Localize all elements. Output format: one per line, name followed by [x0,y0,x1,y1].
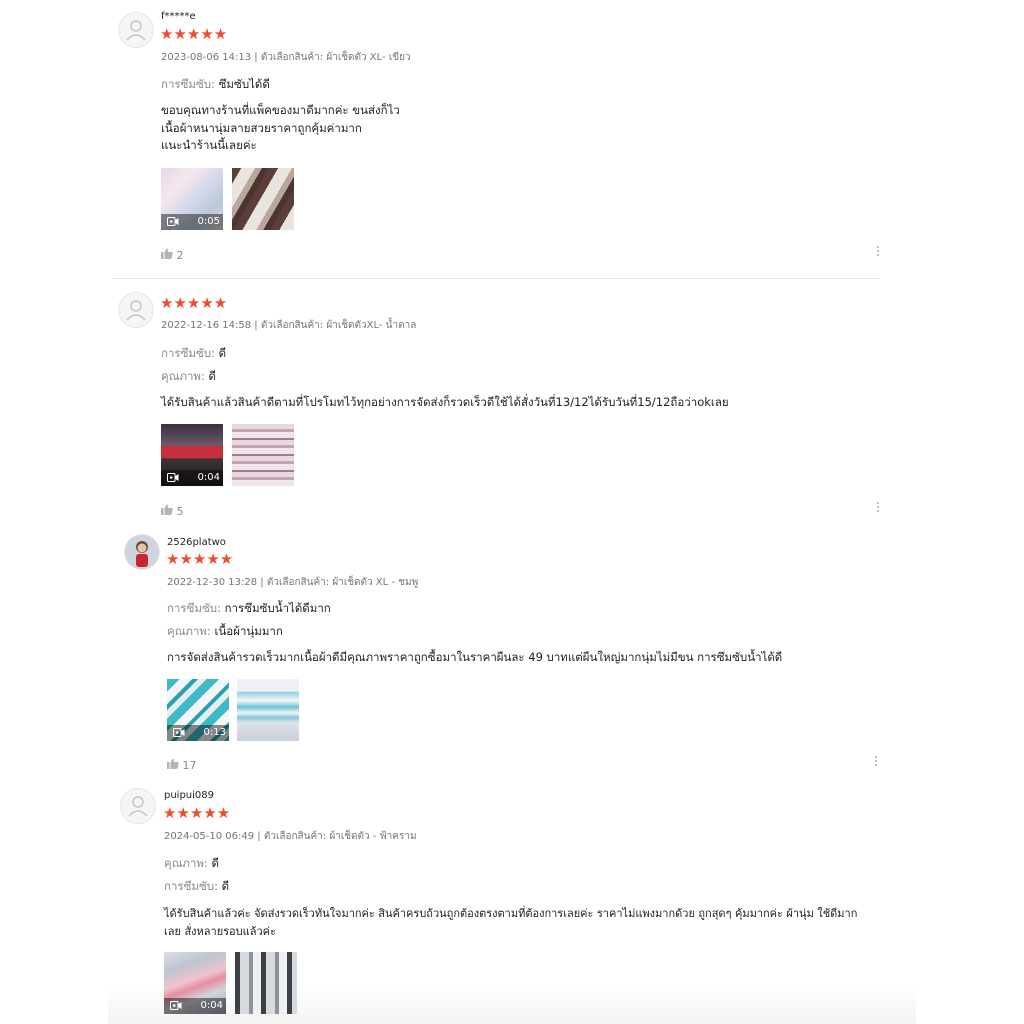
more-vertical-icon[interactable]: · · · [875,497,881,519]
attribute-key: การซึมซับ: [164,879,218,893]
attribute-value: ซึมซับได้ดี [218,77,270,91]
video-duration: 0:04 [200,1000,223,1011]
reviewer-username[interactable]: 2526platwo [167,537,226,548]
review-meta: 2023-08-06 14:13 | ตัวเลือกสินค้า: ผ้าเช… [161,52,411,63]
attribute-absorbency: การซึมซับ: ดี [164,878,229,896]
review-text-line: การจัดส่งสินค้ารวดเร็วมากเนื้อผ้าดีมีคุณ… [167,650,783,664]
attribute-key: การซึมซับ: [167,601,221,615]
video-duration: 0:05 [197,216,220,227]
review-meta: 2022-12-30 13:28 | ตัวเลือกสินค้า: ผ้าเช… [167,577,419,588]
video-overlay: 0:04 [164,998,226,1014]
reviewer-username[interactable]: f*****e [161,11,196,22]
review-meta: 2024-05-10 06:49 | ตัวเลือกสินค้า: ผ้าเช… [164,831,417,842]
video-camera-icon [170,1001,182,1013]
review-text-line: เลย สั่งหลายรอบแล้วค่ะ [164,924,276,938]
review-text-line: ได้รับสินค้าแล้วค่ะ จัดส่งรวดเร็วทันใจมา… [164,907,858,920]
review-image-thumbnail[interactable] [232,168,294,230]
review-text: ได้รับสินค้าแล้วค่ะ จัดส่งรวดเร็วทันใจมา… [164,905,884,940]
thumbs-up-icon [167,758,179,772]
like-button[interactable]: 17 [167,758,197,772]
review-divider [112,278,880,279]
review-text-line: แนะนำร้านนี้เลยค่ะ [161,138,257,152]
review-video-thumbnail[interactable]: 0:05 [161,168,223,230]
thumbs-up-icon [161,504,173,518]
attribute-absorbency: การซึมซับ: ซึมซับได้ดี [161,76,270,94]
more-vertical-icon[interactable]: · · · [873,751,879,773]
like-button[interactable]: 2 [161,248,184,262]
attribute-absorbency: การซึมซับ: ดี [161,345,226,363]
attribute-key: คุณภาพ: [164,856,208,870]
like-count: 2 [176,249,184,262]
star-rating: ★★★★★ [166,550,234,568]
video-duration: 0:04 [197,472,220,483]
video-overlay: 0:13 [167,725,229,741]
attribute-value: เนื้อผ้านุ่มมาก [214,624,283,638]
review-video-thumbnail[interactable]: 0:04 [161,424,223,486]
attribute-quality: คุณภาพ: ดี [164,855,219,873]
attribute-key: คุณภาพ: [167,624,211,638]
reviewer-username[interactable]: puipui089 [164,790,214,801]
default-avatar-icon[interactable] [120,788,156,824]
review-meta: 2022-12-16 14:58 | ตัวเลือกสินค้า: ผ้าเช… [161,320,417,331]
attribute-value: ดี [218,346,227,360]
attribute-value: ดี [211,856,219,870]
default-avatar-icon[interactable] [118,292,154,328]
user-avatar[interactable] [124,534,160,570]
video-overlay: 0:05 [161,214,223,230]
review-image-thumbnail[interactable] [237,679,299,741]
attribute-key: การซึมซับ: [161,346,215,360]
more-vertical-icon[interactable]: · · · [875,241,881,263]
review-text: การจัดส่งสินค้ารวดเร็วมากเนื้อผ้าดีมีคุณ… [167,649,782,667]
review-text-line: ได้รับสินค้าแล้วสินค้าดีตามที่โปรโมทไว้ท… [161,395,729,409]
video-overlay: 0:04 [161,470,223,486]
video-camera-icon [167,473,179,485]
attribute-key: คุณภาพ: [161,369,205,383]
review-text-line: ขอบคุณทางร้านที่แพ็คของมาดีมากค่ะ ขนส่งก… [161,103,400,117]
attribute-quality: คุณภาพ: ดี [161,368,216,386]
review-video-thumbnail[interactable]: 0:04 [164,952,226,1014]
attribute-quality: คุณภาพ: เนื้อผ้านุ่มมาก [167,623,283,641]
video-camera-icon [173,728,185,740]
review-image-thumbnail[interactable] [232,424,294,486]
default-avatar-icon[interactable] [118,12,154,48]
star-rating: ★★★★★ [163,804,231,822]
review-video-thumbnail[interactable]: 0:13 [167,679,229,741]
attribute-value: ดี [208,369,216,383]
like-count: 17 [182,759,197,772]
review-text: ได้รับสินค้าแล้วสินค้าดีตามที่โปรโมทไว้ท… [161,394,729,412]
star-rating: ★★★★★ [160,25,228,43]
star-rating: ★★★★★ [160,294,228,312]
attribute-value: การซึมซับน้ำได้ดีมาก [224,601,331,615]
video-duration: 0:13 [203,727,226,738]
like-button[interactable]: 5 [161,504,184,518]
review-text: ขอบคุณทางร้านที่แพ็คของมาดีมากค่ะ ขนส่งก… [161,102,400,155]
attribute-value: ดี [221,879,230,893]
review-text-line: เนื้อผ้าหนานุ่มลายสวยราคาถูกคุ้มค่ามาก [161,120,362,135]
attribute-key: การซึมซับ: [161,77,215,91]
attribute-absorbency: การซึมซับ: การซึมซับน้ำได้ดีมาก [167,600,331,618]
video-camera-icon [167,217,179,229]
thumbs-up-icon [161,248,173,262]
review-image-thumbnail[interactable] [235,952,297,1014]
like-count: 5 [176,505,184,518]
